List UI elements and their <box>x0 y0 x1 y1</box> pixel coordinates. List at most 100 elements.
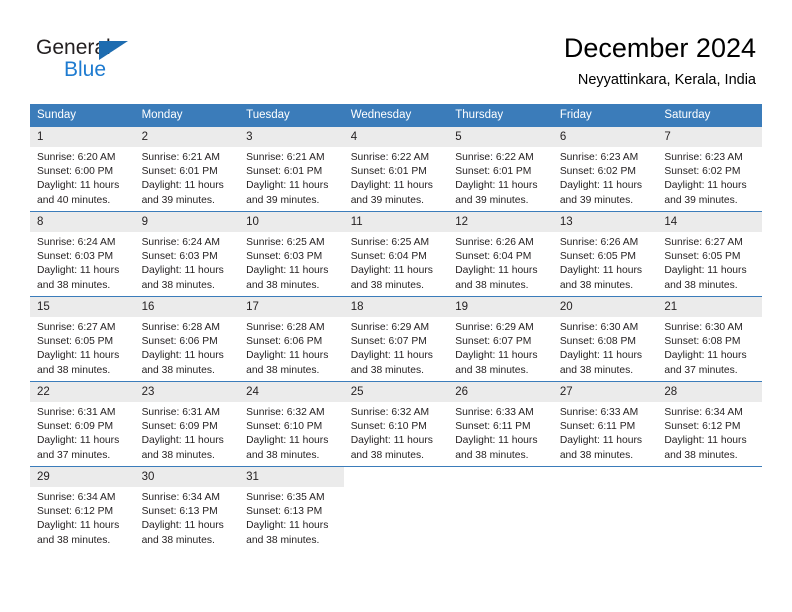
sunrise-text: Sunrise: 6:30 AM <box>559 322 639 333</box>
weekday-header-friday: Friday <box>552 104 658 127</box>
day-number: 16 <box>134 297 240 317</box>
daylight-text-line2: and 40 minutes. <box>37 194 111 206</box>
day-cell[interactable]: 22 Sunrise: 6:31 AM Sunset: 6:09 PM Dayl… <box>30 381 135 467</box>
day-cell[interactable]: 24 Sunrise: 6:32 AM Sunset: 6:10 PM Dayl… <box>239 381 344 467</box>
day-cell[interactable]: 29 Sunrise: 6:34 AM Sunset: 6:12 PM Dayl… <box>30 466 135 551</box>
sunrise-text: Sunrise: 6:27 AM <box>37 322 116 333</box>
sunset-text: Sunset: 6:12 PM <box>37 506 114 518</box>
daylight-text-line1: Daylight: 11 hours <box>559 350 643 362</box>
day-cell[interactable]: 8 Sunrise: 6:24 AM Sunset: 6:03 PM Dayli… <box>30 211 135 297</box>
day-details: Sunrise: 6:26 AM Sunset: 6:05 PM Dayligh… <box>553 232 658 293</box>
day-number: 7 <box>657 127 762 147</box>
day-cell[interactable]: 2 Sunrise: 6:21 AM Sunset: 6:01 PM Dayli… <box>134 126 240 212</box>
sunset-text: Sunset: 6:03 PM <box>141 251 218 263</box>
day-number: 11 <box>343 212 449 232</box>
daylight-text-line1: Daylight: 11 hours <box>350 435 433 447</box>
day-details: Sunrise: 6:34 AM Sunset: 6:12 PM Dayligh… <box>30 487 135 548</box>
day-cell[interactable]: 16 Sunrise: 6:28 AM Sunset: 6:06 PM Dayl… <box>134 296 240 382</box>
day-cell[interactable]: 13 Sunrise: 6:26 AM Sunset: 6:05 PM Dayl… <box>552 211 658 297</box>
sunrise-text: Sunrise: 6:32 AM <box>350 407 430 418</box>
day-cell[interactable]: 5 Sunrise: 6:22 AM Sunset: 6:01 PM Dayli… <box>448 126 553 212</box>
day-cell[interactable]: 23 Sunrise: 6:31 AM Sunset: 6:09 PM Dayl… <box>134 381 240 467</box>
day-cell[interactable]: 4 Sunrise: 6:22 AM Sunset: 6:01 PM Dayli… <box>343 126 449 212</box>
day-number: 24 <box>239 382 344 402</box>
daylight-text-line2: and 38 minutes. <box>37 364 111 376</box>
sunrise-text: Sunrise: 6:21 AM <box>141 152 220 163</box>
day-cell[interactable]: 27 Sunrise: 6:33 AM Sunset: 6:11 PM Dayl… <box>552 381 658 467</box>
sunset-text: Sunset: 6:01 PM <box>350 166 427 178</box>
calendar-week-row: 22 Sunrise: 6:31 AM Sunset: 6:09 PM Dayl… <box>30 381 762 467</box>
daylight-text-line1: Daylight: 11 hours <box>664 435 747 447</box>
daylight-text-line1: Daylight: 11 hours <box>664 180 747 192</box>
daylight-text-line1: Daylight: 11 hours <box>559 435 643 447</box>
daylight-text-line1: Daylight: 11 hours <box>246 350 329 362</box>
weekday-header-thursday: Thursday <box>448 104 553 127</box>
day-cell[interactable]: 7 Sunrise: 6:23 AM Sunset: 6:02 PM Dayli… <box>657 126 762 212</box>
daylight-text-line2: and 38 minutes. <box>141 534 215 546</box>
day-cell[interactable]: 21 Sunrise: 6:30 AM Sunset: 6:08 PM Dayl… <box>657 296 762 382</box>
daylight-text-line2: and 38 minutes. <box>37 534 111 546</box>
day-details: Sunrise: 6:23 AM Sunset: 6:02 PM Dayligh… <box>553 147 658 208</box>
daylight-text-line1: Daylight: 11 hours <box>37 435 120 447</box>
sunset-text: Sunset: 6:12 PM <box>664 421 741 433</box>
calendar-week-row: 8 Sunrise: 6:24 AM Sunset: 6:03 PM Dayli… <box>30 211 762 297</box>
title-block: December 2024 Neyyattinkara, Kerala, Ind… <box>564 32 756 90</box>
daylight-text-line2: and 38 minutes. <box>664 449 738 461</box>
day-details: Sunrise: 6:32 AM Sunset: 6:10 PM Dayligh… <box>239 402 344 463</box>
day-cell[interactable]: 28 Sunrise: 6:34 AM Sunset: 6:12 PM Dayl… <box>657 381 762 467</box>
daylight-text-line1: Daylight: 11 hours <box>559 180 643 192</box>
day-details: Sunrise: 6:24 AM Sunset: 6:03 PM Dayligh… <box>30 232 135 293</box>
daylight-text-line2: and 38 minutes. <box>246 449 320 461</box>
daylight-text-line2: and 38 minutes. <box>350 364 424 376</box>
day-cell[interactable]: 6 Sunrise: 6:23 AM Sunset: 6:02 PM Dayli… <box>552 126 658 212</box>
day-cell[interactable]: 18 Sunrise: 6:29 AM Sunset: 6:07 PM Dayl… <box>343 296 449 382</box>
daylight-text-line1: Daylight: 11 hours <box>37 180 120 192</box>
daylight-text-line1: Daylight: 11 hours <box>246 265 329 277</box>
day-details: Sunrise: 6:33 AM Sunset: 6:11 PM Dayligh… <box>448 402 553 463</box>
day-details: Sunrise: 6:28 AM Sunset: 6:06 PM Dayligh… <box>135 317 240 378</box>
sunrise-text: Sunrise: 6:25 AM <box>350 237 430 248</box>
day-cell[interactable]: 20 Sunrise: 6:30 AM Sunset: 6:08 PM Dayl… <box>552 296 658 382</box>
daylight-text-line1: Daylight: 11 hours <box>141 350 224 362</box>
day-number: 12 <box>448 212 553 232</box>
day-number: 6 <box>552 127 658 147</box>
day-cell[interactable]: 9 Sunrise: 6:24 AM Sunset: 6:03 PM Dayli… <box>134 211 240 297</box>
sunset-text: Sunset: 6:03 PM <box>37 251 114 263</box>
day-cell-empty <box>448 466 553 551</box>
page-subtitle: Neyyattinkara, Kerala, India <box>577 72 756 88</box>
day-cell[interactable]: 19 Sunrise: 6:29 AM Sunset: 6:07 PM Dayl… <box>448 296 553 382</box>
day-cell[interactable]: 1 Sunrise: 6:20 AM Sunset: 6:00 PM Dayli… <box>30 126 135 212</box>
day-number: 10 <box>239 212 344 232</box>
day-details: Sunrise: 6:30 AM Sunset: 6:08 PM Dayligh… <box>553 317 658 378</box>
weekday-header-row: Sunday Monday Tuesday Wednesday Thursday… <box>30 104 762 127</box>
daylight-text-line1: Daylight: 11 hours <box>37 265 120 277</box>
day-cell[interactable]: 26 Sunrise: 6:33 AM Sunset: 6:11 PM Dayl… <box>448 381 553 467</box>
day-cell[interactable]: 17 Sunrise: 6:28 AM Sunset: 6:06 PM Dayl… <box>239 296 344 382</box>
daylight-text-line2: and 38 minutes. <box>455 364 529 376</box>
sunrise-text: Sunrise: 6:20 AM <box>37 152 116 163</box>
day-cell[interactable]: 14 Sunrise: 6:27 AM Sunset: 6:05 PM Dayl… <box>657 211 762 297</box>
day-number: 4 <box>343 127 449 147</box>
sunrise-text: Sunrise: 6:25 AM <box>246 237 325 248</box>
day-cell[interactable]: 12 Sunrise: 6:26 AM Sunset: 6:04 PM Dayl… <box>448 211 553 297</box>
day-cell[interactable]: 25 Sunrise: 6:32 AM Sunset: 6:10 PM Dayl… <box>343 381 449 467</box>
sunset-text: Sunset: 6:03 PM <box>246 251 323 263</box>
daylight-text-line1: Daylight: 11 hours <box>246 180 329 192</box>
day-number: 14 <box>657 212 762 232</box>
day-cell[interactable]: 31 Sunrise: 6:35 AM Sunset: 6:13 PM Dayl… <box>239 466 344 551</box>
daylight-text-line2: and 39 minutes. <box>141 194 215 206</box>
daylight-text-line2: and 39 minutes. <box>246 194 320 206</box>
sunset-text: Sunset: 6:05 PM <box>37 336 114 348</box>
day-cell[interactable]: 11 Sunrise: 6:25 AM Sunset: 6:04 PM Dayl… <box>343 211 449 297</box>
day-cell-empty <box>343 466 449 551</box>
day-cell[interactable]: 3 Sunrise: 6:21 AM Sunset: 6:01 PM Dayli… <box>239 126 344 212</box>
sunset-text: Sunset: 6:01 PM <box>246 166 323 178</box>
day-cell[interactable]: 10 Sunrise: 6:25 AM Sunset: 6:03 PM Dayl… <box>239 211 344 297</box>
day-details: Sunrise: 6:28 AM Sunset: 6:06 PM Dayligh… <box>239 317 344 378</box>
calendar-body: 1 Sunrise: 6:20 AM Sunset: 6:00 PM Dayli… <box>30 126 762 551</box>
day-cell[interactable]: 15 Sunrise: 6:27 AM Sunset: 6:05 PM Dayl… <box>30 296 135 382</box>
sunrise-text: Sunrise: 6:32 AM <box>246 407 325 418</box>
daylight-text-line1: Daylight: 11 hours <box>141 265 224 277</box>
daylight-text-line1: Daylight: 11 hours <box>664 350 747 362</box>
day-cell[interactable]: 30 Sunrise: 6:34 AM Sunset: 6:13 PM Dayl… <box>134 466 240 551</box>
